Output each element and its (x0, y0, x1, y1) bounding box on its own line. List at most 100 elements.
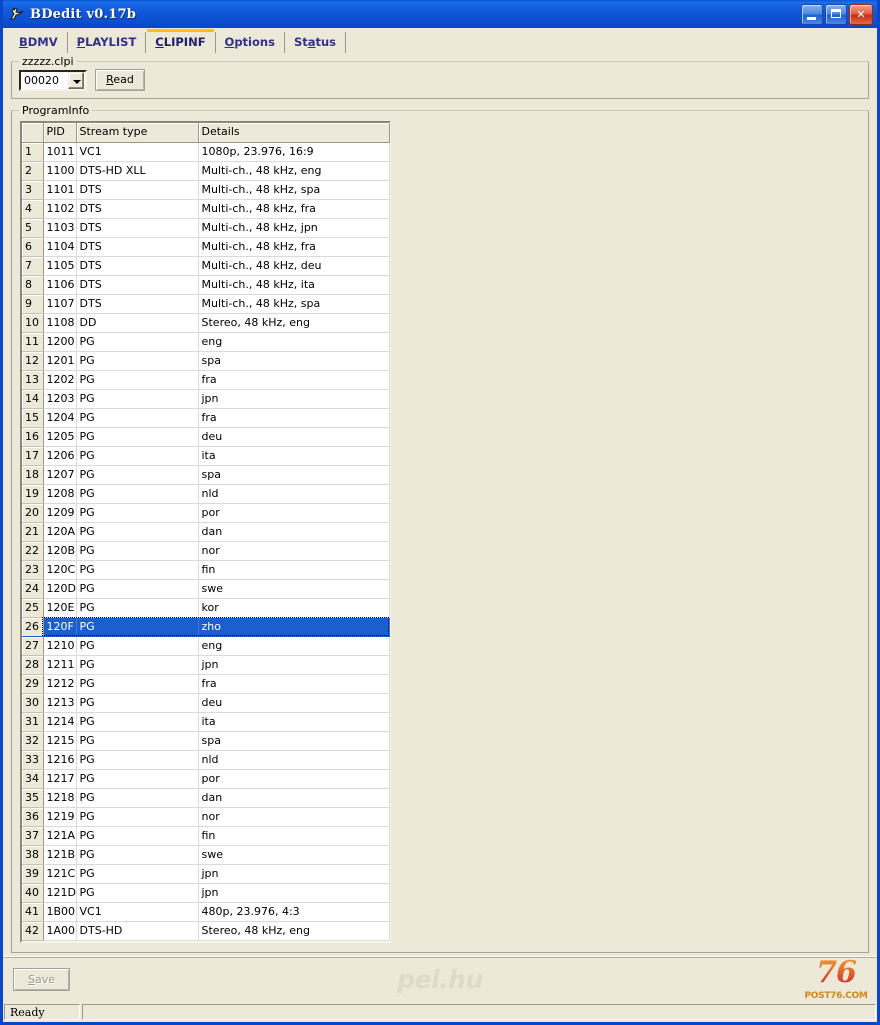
cell-stream-type: PG (76, 864, 199, 884)
cell-details: 1080p, 23.976, 16:9 (198, 142, 390, 162)
table-row[interactable]: 16 1205 PG deu (22, 427, 390, 447)
tab-status[interactable]: Status (285, 32, 347, 53)
table-row[interactable]: 22 120B PG nor (22, 541, 390, 561)
cell-pid: 1204 (43, 408, 77, 428)
column-header-pid[interactable]: PID (43, 123, 77, 143)
cell-details: dan (198, 522, 390, 542)
cell-details: nor (198, 807, 390, 827)
table-row[interactable]: 21 120A PG dan (22, 522, 390, 542)
tab-bdmv[interactable]: BDMV (10, 32, 68, 53)
table-row[interactable]: 6 1104 DTS Multi-ch., 48 kHz, fra (22, 237, 390, 257)
table-body: 1 1011 VC1 1080p, 23.976, 16:9 2 1100 DTS-HD X… (22, 142, 390, 941)
table-row[interactable]: 41 1B00 VC1 480p, 23.976, 4:3 (22, 902, 390, 922)
table-row[interactable]: 5 1103 DTS Multi-ch., 48 kHz, jpn (22, 218, 390, 238)
table-row[interactable]: 2 1100 DTS-HD XLL Multi-ch., 48 kHz, eng (22, 161, 390, 181)
status-pane-secondary (82, 1004, 876, 1020)
table-row[interactable]: 27 1210 PG eng (22, 636, 390, 656)
cell-details: Multi-ch., 48 kHz, spa (198, 180, 390, 200)
cell-stream-type: PG (76, 332, 199, 352)
table-row[interactable]: 38 121B PG swe (22, 845, 390, 865)
table-row[interactable]: 23 120C PG fin (22, 560, 390, 580)
application-window: BDedit v0.17b ✕ BDMV PLAYLIST CLIPINF Optio… (0, 0, 880, 1025)
cell-pid: 1203 (43, 389, 77, 409)
cell-stream-type: PG (76, 579, 199, 599)
table-row[interactable]: 39 121C PG jpn (22, 864, 390, 884)
row-index: 42 (22, 921, 44, 941)
table-row[interactable]: 33 1216 PG nld (22, 750, 390, 770)
table-row[interactable]: 1 1011 VC1 1080p, 23.976, 16:9 (22, 142, 390, 162)
table-row[interactable]: 30 1213 PG deu (22, 693, 390, 713)
close-button[interactable]: ✕ (849, 3, 873, 25)
row-index: 12 (22, 351, 44, 371)
cell-details: Multi-ch., 48 kHz, spa (198, 294, 390, 314)
column-header-index[interactable] (22, 123, 44, 143)
row-index: 32 (22, 731, 44, 751)
clip-select-combobox[interactable]: 00020 (19, 69, 87, 91)
column-header-details[interactable]: Details (198, 123, 390, 143)
cell-stream-type: DD (76, 313, 199, 333)
table-row[interactable]: 26 120F PG zho (22, 617, 390, 637)
table-row[interactable]: 4 1102 DTS Multi-ch., 48 kHz, fra (22, 199, 390, 219)
maximize-button[interactable] (825, 3, 847, 25)
minimize-button[interactable] (801, 3, 823, 25)
table-row[interactable]: 35 1218 PG dan (22, 788, 390, 808)
table-row[interactable]: 19 1208 PG nld (22, 484, 390, 504)
cell-stream-type: PG (76, 351, 199, 371)
client-area: BDMV PLAYLIST CLIPINF Options Status zzzzz.c… (3, 28, 877, 1022)
cell-details: zho (198, 617, 390, 637)
post76-logo: 76 POST76.COM (801, 958, 871, 1002)
row-index: 16 (22, 427, 44, 447)
read-button[interactable]: Read (95, 69, 145, 91)
table-row[interactable]: 24 120D PG swe (22, 579, 390, 599)
row-index: 25 (22, 598, 44, 618)
cell-pid: 1108 (43, 313, 77, 333)
table-row[interactable]: 17 1206 PG ita (22, 446, 390, 466)
chevron-down-icon[interactable] (68, 71, 84, 89)
cell-stream-type: DTS-HD (76, 921, 199, 941)
cell-stream-type: PG (76, 427, 199, 447)
cell-stream-type: PG (76, 446, 199, 466)
table-row[interactable]: 13 1202 PG fra (22, 370, 390, 390)
table-row[interactable]: 34 1217 PG por (22, 769, 390, 789)
table-row[interactable]: 3 1101 DTS Multi-ch., 48 kHz, spa (22, 180, 390, 200)
cell-pid: 120E (43, 598, 77, 618)
table-row[interactable]: 32 1215 PG spa (22, 731, 390, 751)
table-row[interactable]: 18 1207 PG spa (22, 465, 390, 485)
title-bar[interactable]: BDedit v0.17b ✕ (3, 0, 877, 28)
table-row[interactable]: 37 121A PG fin (22, 826, 390, 846)
table-row[interactable]: 7 1105 DTS Multi-ch., 48 kHz, deu (22, 256, 390, 276)
table-row[interactable]: 20 1209 PG por (22, 503, 390, 523)
tab-accelerator: C (155, 35, 164, 49)
tab-options[interactable]: Options (216, 32, 285, 53)
table-row[interactable]: 25 120E PG kor (22, 598, 390, 618)
table-row[interactable]: 28 1211 PG jpn (22, 655, 390, 675)
table-row[interactable]: 29 1212 PG fra (22, 674, 390, 694)
clip-select-value: 00020 (24, 73, 59, 87)
program-info-table[interactable]: PID Stream type Details 1 1011 VC1 1080p, 2… (22, 123, 390, 941)
table-row[interactable]: 14 1203 PG jpn (22, 389, 390, 409)
post76-logo-number: 76 (816, 955, 857, 990)
row-index: 29 (22, 674, 44, 694)
column-header-stream-type[interactable]: Stream type (76, 123, 199, 143)
table-row[interactable]: 11 1200 PG eng (22, 332, 390, 352)
cell-pid: 1208 (43, 484, 77, 504)
cell-pid: 1213 (43, 693, 77, 713)
cell-details: dan (198, 788, 390, 808)
table-row[interactable]: 42 1A00 DTS-HD Stereo, 48 kHz, eng (22, 921, 390, 941)
tab-clipinf[interactable]: CLIPINF (146, 29, 216, 53)
tab-accelerator: P (76, 35, 86, 49)
table-row[interactable]: 15 1204 PG fra (22, 408, 390, 428)
row-index: 31 (22, 712, 44, 732)
table-row[interactable]: 8 1106 DTS Multi-ch., 48 kHz, ita (22, 275, 390, 295)
tab-playlist[interactable]: PLAYLIST (68, 32, 147, 53)
cell-details: spa (198, 465, 390, 485)
table-row[interactable]: 31 1214 PG ita (22, 712, 390, 732)
cell-pid: 1100 (43, 161, 77, 181)
table-row[interactable]: 36 1219 PG nor (22, 807, 390, 827)
table-row[interactable]: 12 1201 PG spa (22, 351, 390, 371)
table-row[interactable]: 9 1107 DTS Multi-ch., 48 kHz, spa (22, 294, 390, 314)
table-row[interactable]: 40 121D PG jpn (22, 883, 390, 903)
table-row[interactable]: 10 1108 DD Stereo, 48 kHz, eng (22, 313, 390, 333)
cell-pid: 1102 (43, 199, 77, 219)
cell-details: Multi-ch., 48 kHz, ita (198, 275, 390, 295)
